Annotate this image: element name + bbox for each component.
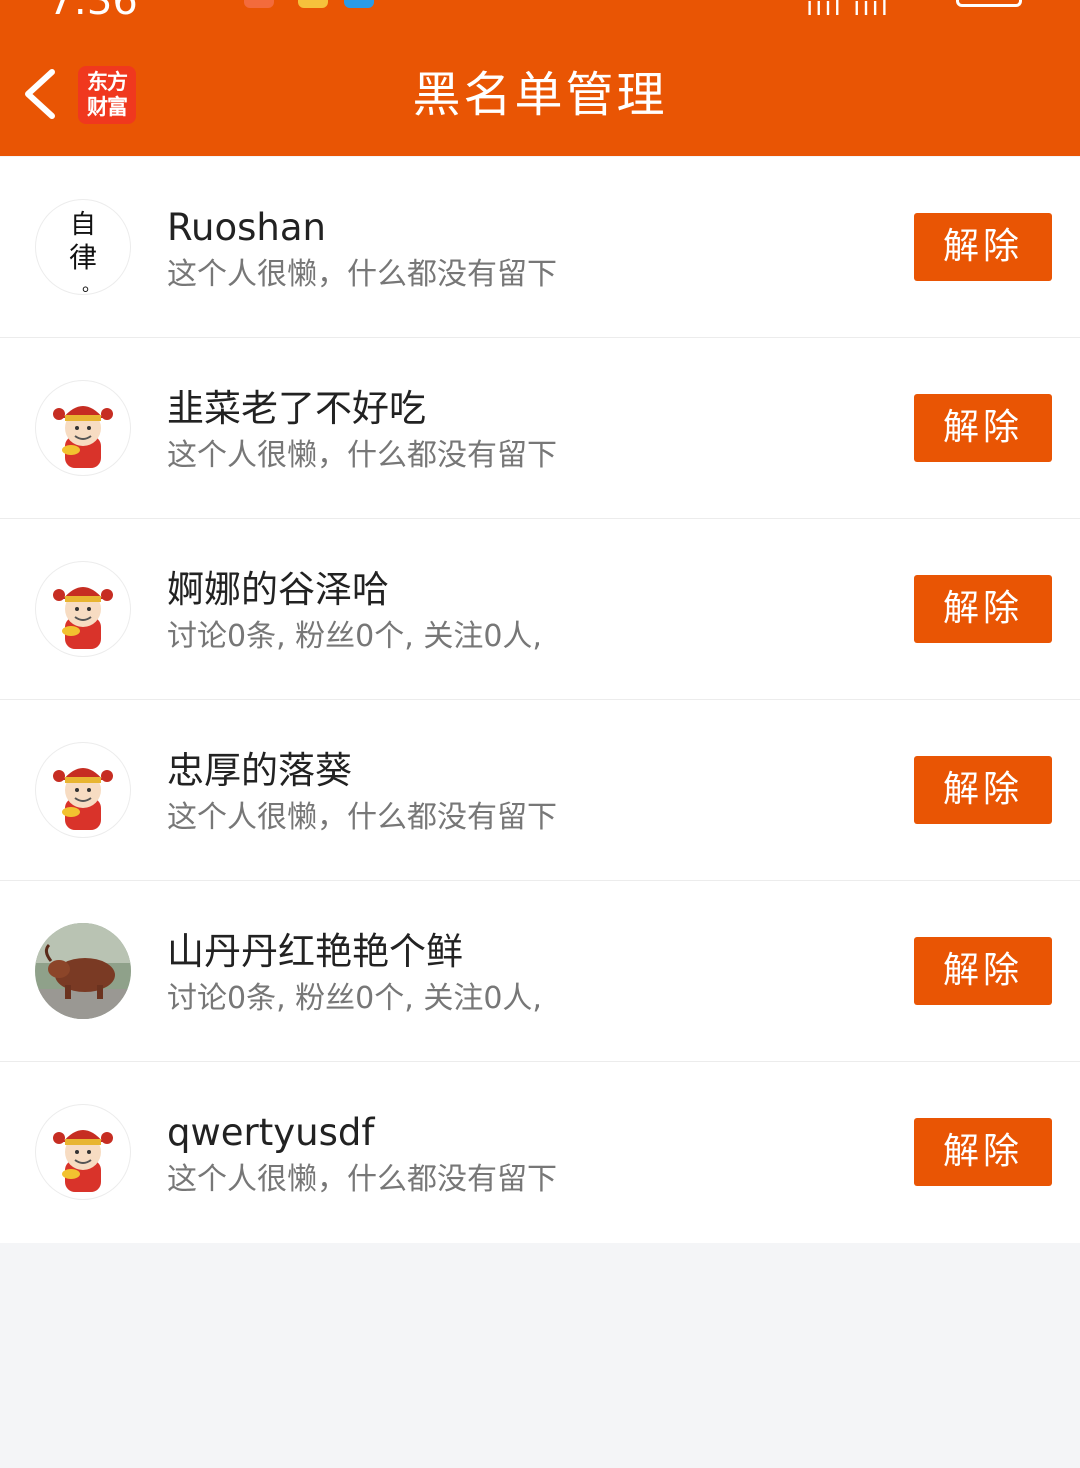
user-name[interactable]: 忠厚的落葵 (167, 746, 352, 796)
user-description: 讨论0条, 粉丝0个, 关注0人, (167, 981, 542, 1016)
user-name[interactable]: 婀娜的谷泽哈 (167, 565, 389, 615)
blacklist-row: qwertyusdf 这个人很懒，什么都没有留下 解除 (0, 1062, 1080, 1243)
user-avatar[interactable] (35, 380, 131, 476)
blacklist-row: 山丹丹红艳艳个鲜 讨论0条, 粉丝0个, 关注0人, 解除 (0, 881, 1080, 1062)
user-name[interactable]: Ruoshan (167, 203, 326, 253)
user-name[interactable]: 韭菜老了不好吃 (167, 384, 426, 434)
svg-text:律: 律 (69, 241, 97, 274)
fortune-god-icon (53, 768, 113, 830)
calligraphy-avatar-icon: 自 律 。 (69, 210, 100, 295)
fortune-god-icon (53, 406, 113, 468)
user-avatar[interactable] (35, 742, 131, 838)
blacklist: 自 律 。 Ruoshan 这个人很懒，什么都没有留下 解除 韭菜老了不好吃 这… (0, 157, 1080, 1243)
user-avatar[interactable] (35, 923, 131, 1019)
unblock-button[interactable]: 解除 (914, 575, 1052, 643)
user-avatar[interactable]: 自 律 。 (35, 199, 131, 295)
fortune-god-icon (53, 587, 113, 649)
signal-icon: ıııl ıııl (805, 0, 890, 22)
blacklist-row: 忠厚的落葵 这个人很懒，什么都没有留下 解除 (0, 700, 1080, 881)
notification-icon (244, 0, 274, 8)
blacklist-row: 韭菜老了不好吃 这个人很懒，什么都没有留下 解除 (0, 338, 1080, 519)
blacklist-row: 自 律 。 Ruoshan 这个人很懒，什么都没有留下 解除 (0, 157, 1080, 338)
bull-photo-icon (35, 923, 131, 1019)
status-bar: 7:36 ıııl ıııl (0, 0, 1080, 28)
user-description: 这个人很懒，什么都没有留下 (167, 438, 557, 473)
user-avatar[interactable] (35, 561, 131, 657)
user-description: 讨论0条, 粉丝0个, 关注0人, (167, 619, 542, 654)
battery-icon (956, 0, 1022, 7)
svg-text:自: 自 (70, 210, 96, 240)
user-name[interactable]: qwertyusdf (167, 1108, 374, 1158)
unblock-button[interactable]: 解除 (914, 756, 1052, 824)
unblock-button[interactable]: 解除 (914, 937, 1052, 1005)
user-description: 这个人很懒，什么都没有留下 (167, 1162, 557, 1197)
user-name[interactable]: 山丹丹红艳艳个鲜 (167, 927, 463, 977)
user-description: 这个人很懒，什么都没有留下 (167, 800, 557, 835)
status-time: 7:36 (48, 0, 138, 24)
svg-text:。: 。 (82, 275, 100, 295)
app-header: 7:36 ıııl ıııl 东方 财富 黑名单管理 (0, 0, 1080, 156)
unblock-button[interactable]: 解除 (914, 394, 1052, 462)
page-title: 黑名单管理 (412, 67, 668, 123)
blacklist-row: 婀娜的谷泽哈 讨论0条, 粉丝0个, 关注0人, 解除 (0, 519, 1080, 700)
unblock-button[interactable]: 解除 (914, 213, 1052, 281)
user-avatar[interactable] (35, 1104, 131, 1200)
fortune-god-icon (53, 1130, 113, 1192)
notification-icon (344, 0, 374, 8)
user-description: 这个人很懒，什么都没有留下 (167, 257, 557, 292)
unblock-button[interactable]: 解除 (914, 1118, 1052, 1186)
notification-icon (298, 0, 328, 8)
